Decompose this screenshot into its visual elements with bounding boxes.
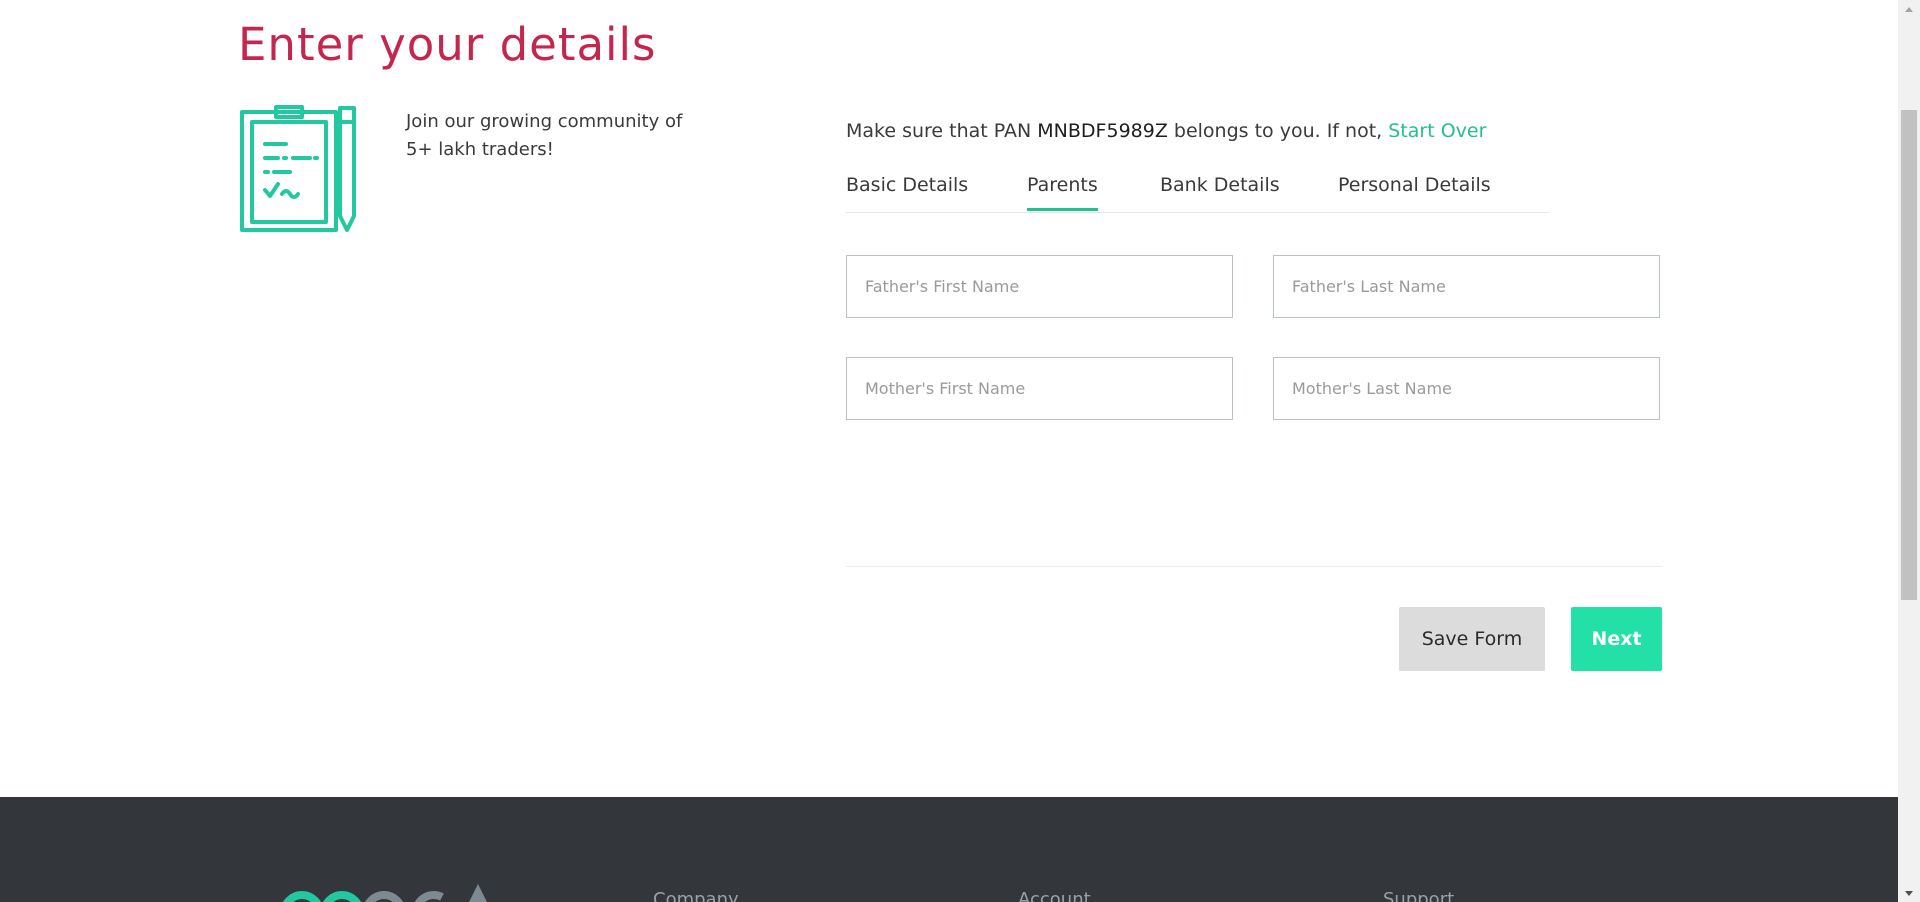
pan-number: MNBDF5989Z	[1037, 120, 1168, 142]
community-text: Join our growing community of 5+ lakh tr…	[406, 111, 683, 160]
mothers-first-name-input[interactable]	[846, 357, 1233, 420]
brand-logo[interactable]	[280, 881, 520, 902]
scroll-down-arrow-icon[interactable]	[1898, 884, 1920, 902]
pan-notice-prefix: Make sure that PAN	[846, 120, 1038, 142]
tab-bank-details[interactable]: Bank Details	[1160, 174, 1280, 208]
clipboard-checklist-icon	[240, 105, 356, 232]
form-divider	[846, 566, 1662, 567]
pan-notice: Make sure that PAN MNBDF5989Z belongs to…	[846, 120, 1486, 142]
vertical-scrollbar[interactable]	[1898, 0, 1920, 902]
tab-basic-details[interactable]: Basic Details	[846, 174, 968, 208]
footer-heading-support: Support	[1383, 889, 1455, 902]
tab-parents[interactable]: Parents	[1027, 174, 1098, 211]
start-over-link[interactable]: Start Over	[1388, 120, 1486, 142]
scrollbar-thumb[interactable]	[1901, 110, 1917, 600]
pan-notice-suffix: belongs to you. If not,	[1167, 120, 1389, 142]
next-button[interactable]: Next	[1571, 607, 1662, 671]
footer-heading-company: Company	[653, 889, 739, 902]
footer: Company Account Support	[0, 797, 1898, 902]
fathers-last-name-input[interactable]	[1273, 255, 1660, 318]
mothers-last-name-input[interactable]	[1273, 357, 1660, 420]
scroll-up-arrow-icon[interactable]	[1898, 0, 1920, 18]
page-viewport: Enter your details Join our growing comm…	[0, 0, 1898, 902]
footer-heading-account: Account	[1018, 889, 1091, 902]
page-title: Enter your details	[238, 18, 657, 71]
tab-personal-details[interactable]: Personal Details	[1338, 174, 1491, 208]
fathers-first-name-input[interactable]	[846, 255, 1233, 318]
form-tabs: Basic Details Parents Bank Details Perso…	[846, 168, 1549, 213]
save-form-button[interactable]: Save Form	[1399, 607, 1545, 671]
